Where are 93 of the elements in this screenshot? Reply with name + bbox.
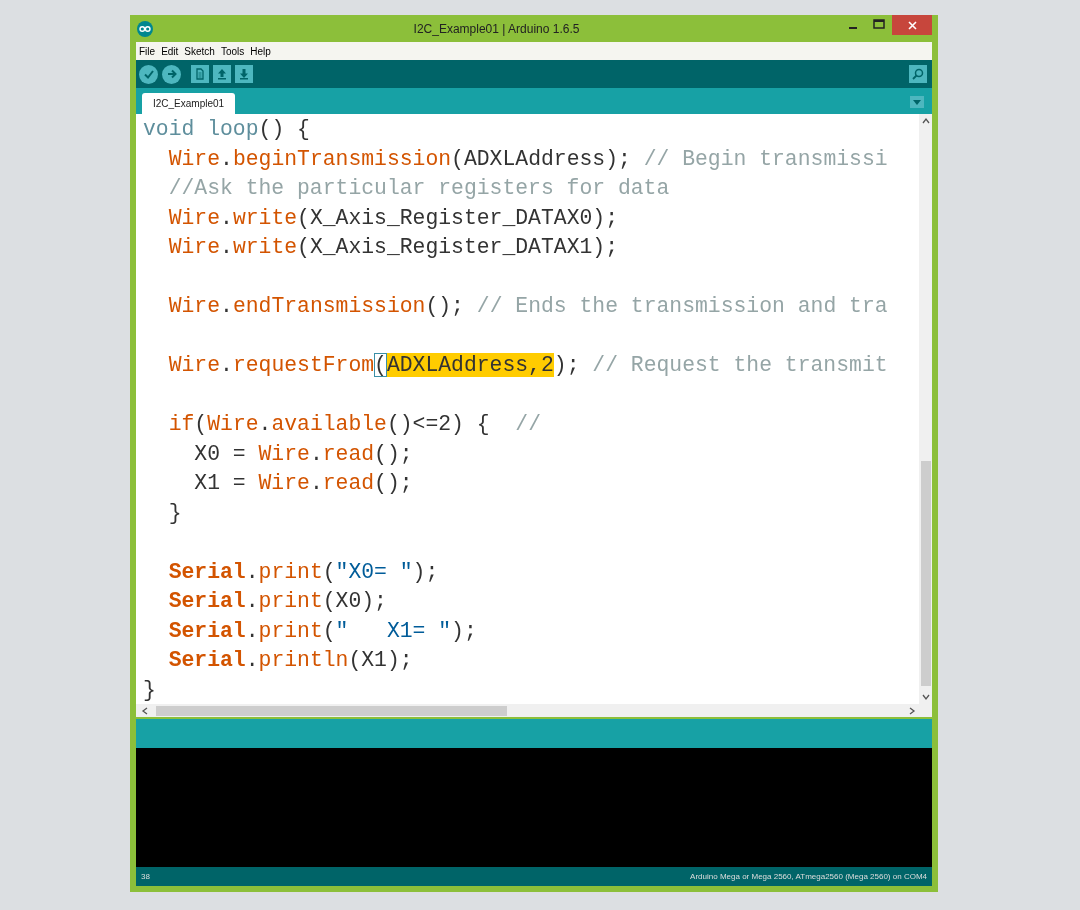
code-comment: // Begin transmissi (643, 146, 888, 171)
upload-button[interactable] (162, 64, 181, 84)
code-token: ()<=2) { (386, 412, 491, 436)
scrollbar-thumb[interactable] (920, 461, 931, 686)
menu-item[interactable]: Edit (161, 43, 179, 59)
code-token: . (245, 589, 259, 613)
code-token: if (167, 412, 195, 436)
verify-button[interactable] (139, 64, 158, 84)
code-token: read (322, 471, 375, 495)
code-token: Wire (167, 235, 221, 259)
code-token: ); (451, 618, 477, 643)
code-token: ); (412, 559, 439, 584)
code-token: . (220, 294, 233, 318)
code-token: (); (374, 471, 413, 495)
code-token: print (258, 559, 323, 584)
scrollbar-thumb[interactable] (156, 705, 507, 716)
code-token: Wire (258, 441, 310, 466)
code-token: write (232, 205, 298, 230)
code-token: println (258, 648, 349, 672)
code-token: . (220, 235, 233, 259)
code-token: void (143, 117, 195, 141)
code-token: X0 = (193, 441, 247, 466)
code-token: Wire (167, 146, 221, 171)
code-token: (X0); (322, 589, 387, 613)
board-info: Arduino Mega or Mega 2560, ATmega2560 (Mega 2560) on COM4 (690, 870, 927, 883)
code-token: (); (374, 441, 413, 466)
code-string: " X1= " (335, 618, 452, 643)
new-button[interactable] (191, 65, 209, 83)
caret-icon (913, 99, 921, 105)
file-tab[interactable]: I2C_Example01 (142, 93, 236, 114)
code-token: Wire (258, 471, 310, 495)
code-token: . (220, 146, 233, 171)
code-token: . (220, 353, 233, 377)
magnifier-icon (912, 68, 924, 80)
code-token: . (245, 648, 259, 672)
code-comment: // (515, 412, 541, 436)
close-button[interactable] (892, 15, 932, 35)
code-token: . (258, 412, 272, 436)
code-token: print (258, 618, 323, 643)
code-token: requestFrom (232, 353, 375, 377)
code-token: Wire (167, 294, 221, 318)
save-button[interactable] (235, 65, 253, 83)
code-token: Wire (167, 205, 221, 230)
code-string: "X0= " (335, 559, 413, 584)
code-comment: //Ask the particular registers for data (167, 176, 670, 200)
code-token: ( (322, 559, 336, 584)
code-token: print (258, 589, 323, 613)
code-token: (X_Axis_Register_DATAX1); (297, 235, 618, 259)
code-token: . (245, 618, 259, 643)
code-token: X1 = (193, 471, 247, 495)
code-token: (); (425, 294, 465, 318)
code-token: endTransmission (232, 294, 426, 318)
code-comment: // Request the transmit (592, 353, 888, 377)
code-token: ( (374, 353, 387, 377)
window-title: I2C_Example01 | Arduino 1.6.5 (412, 20, 581, 38)
code-token: ADXLAddress,2 (386, 353, 554, 377)
code-token: write (232, 235, 298, 259)
code-token: available (271, 412, 387, 436)
code-token: Wire (167, 353, 221, 377)
code-token: } (167, 500, 182, 525)
open-button[interactable] (213, 65, 231, 83)
code-token: beginTransmission (232, 146, 452, 171)
code-token: Wire (207, 412, 259, 436)
code-token: ( (322, 618, 336, 643)
code-token: (ADXLAddress); (451, 146, 632, 171)
serial-monitor-button[interactable] (909, 65, 927, 83)
code-comment: // Ends the transmission and tra (476, 294, 888, 318)
horizontal-scrollbar[interactable] (136, 704, 932, 717)
menu-item[interactable]: Sketch (184, 43, 215, 59)
menu-item[interactable]: Help (250, 43, 271, 59)
code-token: Serial (167, 559, 246, 584)
code-token: Serial (167, 589, 246, 613)
code-token: . (309, 441, 323, 466)
menu-item[interactable]: Tools (220, 43, 245, 59)
vertical-scrollbar[interactable] (919, 114, 932, 704)
code-token: read (322, 441, 375, 466)
code-token: ); (553, 353, 581, 377)
code-token: loop (206, 117, 259, 141)
code-token: Serial (167, 648, 246, 672)
code-token: } (143, 677, 156, 702)
code-token: () { (258, 117, 310, 141)
code-token: . (245, 559, 259, 584)
code-token: (X1); (348, 648, 413, 672)
menu-item[interactable]: File (139, 43, 156, 59)
close-icon (907, 20, 917, 30)
code-token: . (309, 471, 323, 495)
tab-menu-button[interactable] (910, 96, 924, 108)
code-token: Serial (167, 618, 246, 643)
infinity-logo-icon (137, 20, 153, 37)
code-token: ( (194, 412, 208, 436)
code-token: . (220, 205, 233, 230)
line-number: 38 (141, 870, 150, 883)
code-token: (X_Axis_Register_DATAX0); (297, 205, 618, 230)
